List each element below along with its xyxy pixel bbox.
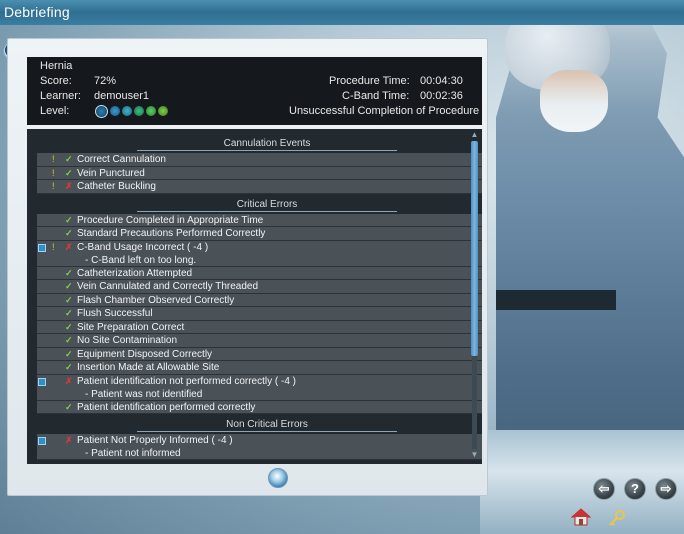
cband-time-value: 00:02:36 — [420, 90, 463, 102]
learner-label: Learner: — [40, 90, 81, 102]
event-list-scrollbar[interactable]: ▲ ▼ — [470, 131, 479, 461]
procedure-time-label: Procedure Time: — [329, 75, 410, 87]
checkmark-icon: ✓ — [65, 154, 73, 164]
section-header: Critical Errors — [137, 198, 397, 212]
list-item-text: Standard Precautions Performed Correctly — [77, 228, 266, 239]
face-mask — [540, 70, 608, 132]
checkmark-icon: ✓ — [65, 281, 73, 291]
help-button[interactable]: ? — [624, 478, 646, 500]
learner-value: demouser1 — [94, 90, 150, 102]
list-item-detail: - Patient not informed — [85, 448, 181, 459]
list-item[interactable]: ✓ Site Preparation Correct — [37, 320, 482, 334]
alert-icon: ! — [52, 154, 55, 164]
cross-icon: ✗ — [65, 241, 73, 252]
checkmark-icon: ✓ — [65, 335, 73, 345]
list-item-text: Site Preparation Correct — [77, 321, 185, 333]
list-item-text: Insertion Made at Allowable Site — [77, 362, 220, 373]
back-button[interactable]: ⇦ — [593, 478, 615, 500]
list-item[interactable]: ✓ Standard Precautions Performed Correctl… — [37, 227, 482, 241]
home-icon[interactable] — [571, 507, 591, 527]
debrief-event-list: Cannulation Events! ✓ Correct Cannulation!… — [27, 129, 482, 464]
list-item-text: Equipment Disposed Correctly — [77, 348, 213, 360]
list-item[interactable]: ! ✗ Catheter Buckling — [37, 180, 482, 194]
cross-icon: ✗ — [65, 435, 73, 445]
completion-status: Unsuccessful Completion of Procedure — [289, 105, 480, 117]
list-item-detail: - C-Band left on too long. — [85, 254, 197, 266]
list-item[interactable]: ✓ Patient identification performed correc… — [37, 400, 482, 414]
list-item-text: Patient Not Properly Informed ( -4 ) — [77, 435, 233, 446]
list-item-text: Patient identification not performed cor… — [77, 375, 296, 387]
procedure-time-value: 00:04:30 — [420, 75, 463, 87]
level-4-icon — [134, 106, 144, 116]
list-item-text: Flash Chamber Observed Correctly — [77, 294, 235, 306]
cross-icon: ✗ — [65, 375, 73, 386]
list-item-text: Patient identification performed correct… — [77, 401, 256, 413]
list-item-text: C-Band Usage Incorrect ( -4 ) — [77, 241, 209, 253]
list-item[interactable]: ✓ Procedure Completed in Appropriate Time — [37, 213, 482, 227]
list-item[interactable]: ! ✓ Correct Cannulation — [37, 153, 482, 167]
scroll-down-icon[interactable]: ▼ — [470, 451, 479, 459]
level-label: Level: — [40, 105, 70, 117]
cloud-upload-button[interactable] — [268, 468, 288, 488]
list-item[interactable]: ✓ Vein Cannulated and Correctly Threaded — [37, 280, 482, 294]
section-header: Non Critical Errors — [137, 418, 397, 432]
checkmark-icon: ✓ — [65, 401, 73, 412]
checkmark-icon: ✓ — [65, 321, 73, 332]
score-label: Score: — [40, 75, 72, 87]
level-3-icon — [122, 106, 132, 116]
alert-icon: ! — [52, 181, 55, 191]
list-item[interactable]: ✗ Patient Not Properly Informed ( -4 ) - P… — [37, 434, 482, 460]
checkmark-icon: ✓ — [65, 214, 73, 225]
checkmark-icon: ✓ — [65, 167, 73, 178]
alert-icon: ! — [52, 167, 55, 178]
belt — [496, 290, 616, 310]
list-item[interactable]: ✓ No Site Contamination — [37, 334, 482, 348]
forward-button[interactable]: ⇨ — [655, 478, 677, 500]
cross-icon: ✗ — [65, 181, 73, 191]
list-item[interactable]: ✓ Equipment Disposed Correctly — [37, 347, 482, 361]
alert-icon: ! — [52, 241, 55, 252]
key-icon[interactable] — [608, 509, 626, 527]
list-item-text: No Site Contamination — [77, 335, 178, 346]
list-item-detail: - Patient was not identified — [85, 388, 203, 400]
list-item-text: Vein Punctured — [77, 167, 145, 179]
level-1-icon — [95, 104, 108, 118]
list-item-text: Procedure Completed in Appropriate Time — [77, 214, 264, 226]
list-item[interactable]: ✗ Patient identification not performed co… — [37, 374, 482, 401]
checkmark-icon: ✓ — [65, 348, 73, 359]
collapse-icon[interactable] — [38, 437, 46, 445]
procedure-name: Hernia — [40, 60, 73, 72]
list-item-text: Vein Cannulated and Correctly Threaded — [77, 281, 259, 292]
list-item[interactable]: ! ✗ C-Band Usage Incorrect ( -4 ) - C-Band … — [37, 240, 482, 267]
score-value: 72% — [94, 75, 117, 87]
scroll-thumb[interactable] — [471, 141, 478, 356]
level-2-icon — [110, 106, 120, 116]
cband-time-label: C-Band Time: — [342, 90, 410, 102]
list-item[interactable]: ✓ Flush Successful — [37, 307, 482, 321]
list-item[interactable]: ✓ Catheterization Attempted — [37, 266, 482, 280]
list-item-text: Flush Successful — [77, 308, 153, 319]
list-item-text: Catheterization Attempted — [77, 267, 193, 279]
list-item[interactable]: ✓ Insertion Made at Allowable Site — [37, 361, 482, 375]
checkmark-icon: ✓ — [65, 308, 73, 318]
collapse-icon[interactable] — [38, 377, 46, 386]
checkmark-icon: ✓ — [65, 362, 73, 372]
list-item[interactable]: ✓ Flash Chamber Observed Correctly — [37, 293, 482, 307]
collapse-icon[interactable] — [38, 243, 46, 252]
checkmark-icon: ✓ — [65, 228, 73, 238]
scroll-up-icon[interactable]: ▲ — [470, 131, 479, 139]
summary-header: Hernia Score: 72% Procedure Time: 00:04:… — [27, 57, 482, 125]
list-item-text: Catheter Buckling — [77, 181, 156, 192]
window-title: Debriefing — [0, 0, 684, 25]
level-5-icon — [146, 106, 156, 116]
event-list-content: Cannulation Events! ✓ Correct Cannulation!… — [37, 137, 482, 460]
list-item-text: Correct Cannulation — [77, 154, 166, 165]
list-item[interactable]: ! ✓ Vein Punctured — [37, 166, 482, 180]
level-indicator — [95, 104, 168, 118]
section-header: Cannulation Events — [137, 137, 397, 151]
checkmark-icon: ✓ — [65, 267, 73, 278]
checkmark-icon: ✓ — [65, 294, 73, 305]
level-6-icon — [158, 106, 168, 116]
